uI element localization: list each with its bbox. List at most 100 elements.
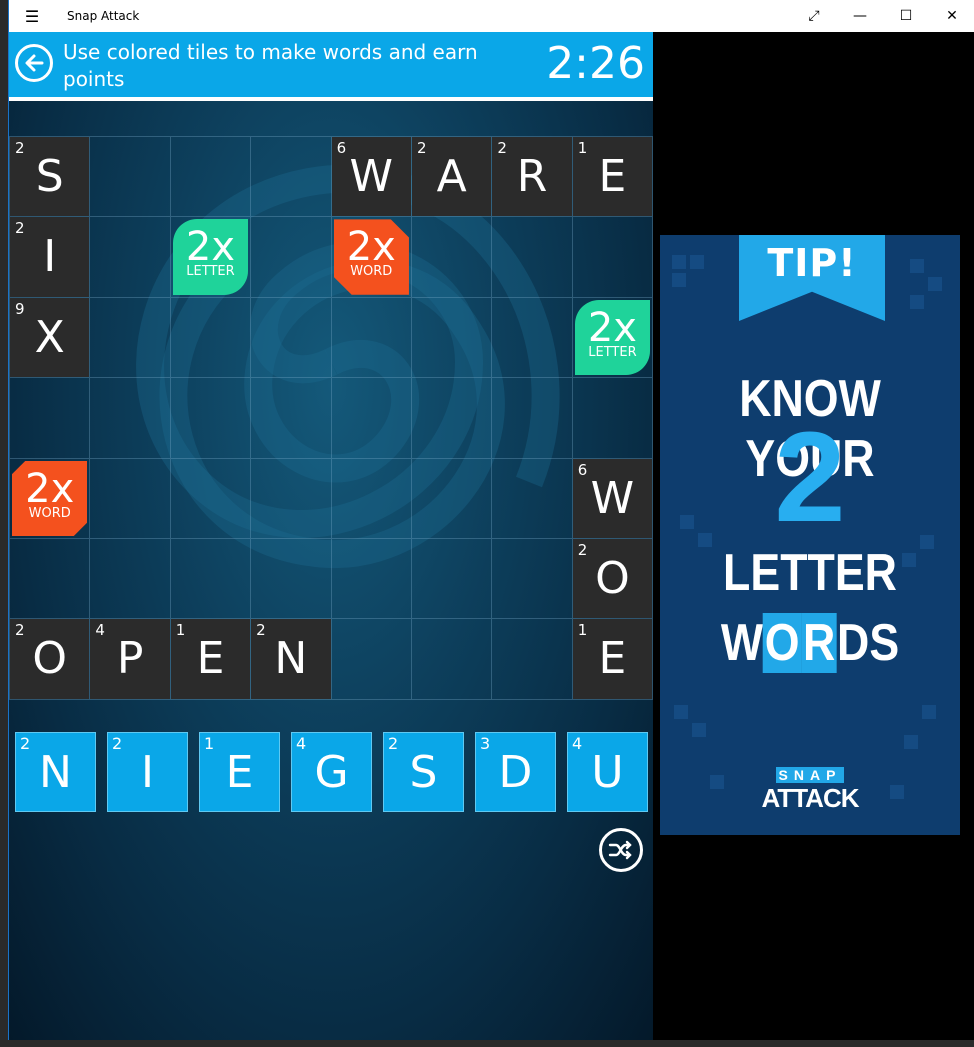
board-cell[interactable]: [572, 378, 653, 459]
board-tile[interactable]: 2I: [10, 217, 90, 297]
close-icon[interactable]: ✕: [929, 0, 974, 32]
board-cell[interactable]: 2x WORD: [331, 217, 412, 298]
double-letter-bonus[interactable]: 2x LETTER: [172, 219, 249, 295]
board-cell[interactable]: [90, 297, 171, 379]
board-cell[interactable]: [331, 538, 412, 620]
rack-tile[interactable]: 2N: [15, 732, 96, 812]
board-tile[interactable]: 2S: [10, 137, 90, 217]
board-cell[interactable]: [331, 458, 412, 539]
board-cell[interactable]: 2x WORD: [10, 458, 91, 539]
tile-letter: E: [196, 633, 225, 685]
double-word-bonus[interactable]: 2x WORD: [333, 219, 409, 295]
board-tile[interactable]: 1E: [572, 619, 653, 699]
tip-advertisement[interactable]: TIP! KNOW YOUR 2 LETTER WORDS SNAP ATTAC…: [660, 235, 960, 835]
board-cell[interactable]: 2I: [10, 217, 91, 298]
double-letter-bonus[interactable]: 2x LETTER: [574, 299, 651, 376]
board-cell[interactable]: [170, 378, 252, 459]
hamburger-icon[interactable]: ☰: [9, 0, 55, 32]
board-cell[interactable]: [331, 619, 412, 700]
board-cell[interactable]: [170, 137, 252, 218]
board-cell[interactable]: [10, 538, 91, 620]
board-cell[interactable]: 2N: [251, 619, 332, 700]
rack-tile[interactable]: 1E: [199, 732, 280, 812]
board-cell[interactable]: [411, 619, 493, 700]
board-cell[interactable]: 6W: [331, 137, 412, 218]
board-tile[interactable]: 4P: [90, 619, 170, 699]
board-cell[interactable]: 2x LETTER: [572, 297, 653, 379]
board-cell[interactable]: [90, 538, 171, 620]
board-tile[interactable]: 9X: [10, 297, 90, 378]
logo-snap: SNAP: [775, 767, 845, 783]
tile-letter: S: [409, 747, 438, 798]
double-word-bonus[interactable]: 2x WORD: [12, 460, 88, 536]
board-tile[interactable]: 2A: [411, 137, 492, 217]
board-cell[interactable]: 6W: [572, 458, 653, 539]
board-cell[interactable]: [90, 458, 171, 539]
board-cell[interactable]: [411, 538, 493, 620]
board-cell[interactable]: [411, 458, 493, 539]
board-cell[interactable]: [572, 217, 653, 298]
board-cell[interactable]: 1E: [170, 619, 252, 700]
board-cell[interactable]: [170, 538, 252, 620]
rack-tile[interactable]: 2S: [383, 732, 464, 812]
board-cell[interactable]: [411, 217, 493, 298]
board-cell[interactable]: 1E: [572, 619, 653, 700]
board-cell[interactable]: [251, 137, 332, 218]
board-tile[interactable]: 6W: [331, 137, 411, 217]
board-cell[interactable]: 1E: [572, 137, 653, 218]
expand-icon[interactable]: ⤢: [791, 0, 837, 32]
instruction-text: Use colored tiles to make words and earn…: [63, 40, 478, 91]
board-cell[interactable]: 2R: [492, 137, 573, 218]
board-tile[interactable]: 1E: [170, 619, 251, 699]
board-cell[interactable]: [492, 619, 573, 700]
minimize-icon[interactable]: —: [837, 0, 883, 32]
board-tile[interactable]: 6W: [572, 458, 653, 538]
board-cell[interactable]: [90, 217, 171, 298]
board-cell[interactable]: [90, 137, 171, 218]
board-cell[interactable]: [492, 217, 573, 298]
board-cell[interactable]: [90, 378, 171, 459]
board-cell[interactable]: 9X: [10, 297, 91, 379]
bonus-kind: LETTER: [186, 264, 235, 280]
rack-tile[interactable]: 2I: [107, 732, 188, 812]
board-cell[interactable]: 2A: [411, 137, 493, 218]
board-cell[interactable]: [251, 378, 332, 459]
board-cell[interactable]: [170, 297, 252, 379]
board-cell[interactable]: [411, 297, 493, 379]
board-cell[interactable]: [251, 538, 332, 620]
tile-letter: I: [43, 231, 57, 283]
bonus-multiplier: 2x: [587, 304, 637, 351]
shuffle-button[interactable]: [599, 828, 643, 872]
board-cell[interactable]: 4P: [90, 619, 171, 700]
board-tile[interactable]: 2R: [492, 137, 572, 217]
board-cell[interactable]: [331, 378, 412, 459]
board-cell[interactable]: 2x LETTER: [170, 217, 252, 298]
board-cell[interactable]: [492, 538, 573, 620]
bonus-kind: WORD: [28, 505, 71, 521]
board-tile[interactable]: 2N: [251, 619, 331, 699]
board-cell[interactable]: [411, 378, 493, 459]
board-cell[interactable]: [251, 217, 332, 298]
board-cell[interactable]: [251, 297, 332, 379]
maximize-icon[interactable]: ☐: [883, 0, 929, 32]
rack-tile[interactable]: 4G: [291, 732, 372, 812]
tile-letter: W: [590, 472, 635, 524]
board-cell[interactable]: [170, 458, 252, 539]
board-tile[interactable]: 2O: [10, 619, 90, 699]
board-cell[interactable]: 2O: [572, 538, 653, 620]
board-tile[interactable]: 1E: [572, 137, 653, 217]
board-cell[interactable]: 2O: [10, 619, 91, 700]
back-button[interactable]: [15, 44, 53, 82]
board-cell[interactable]: [492, 458, 573, 539]
tile-letter: N: [39, 747, 72, 798]
board-cell[interactable]: [10, 378, 91, 459]
board-cell[interactable]: [492, 297, 573, 379]
board-cell[interactable]: 2S: [10, 137, 91, 218]
board-cell[interactable]: [331, 297, 412, 379]
board-cell[interactable]: [251, 458, 332, 539]
rack-tile[interactable]: 4U: [567, 732, 648, 812]
board-cell[interactable]: [492, 378, 573, 459]
board-tile[interactable]: 2O: [572, 538, 653, 619]
rack-tile[interactable]: 3D: [475, 732, 556, 812]
ad-word-part: DS: [837, 614, 900, 672]
